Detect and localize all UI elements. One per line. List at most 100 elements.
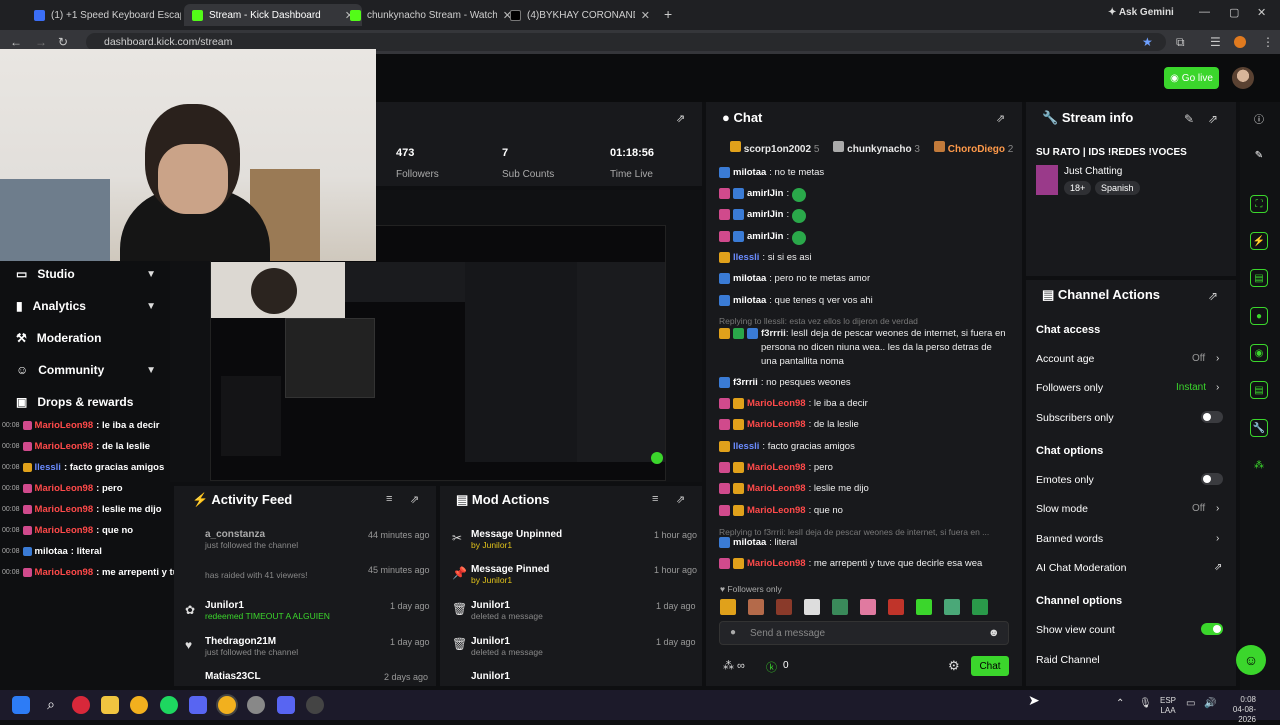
menu-icon[interactable]: ⋮ — [1262, 35, 1274, 49]
emotes-only-toggle[interactable] — [1201, 473, 1223, 485]
new-tab-button[interactable]: + — [664, 6, 672, 22]
sidebar-item-analytics[interactable]: ▮ Analytics ▼ — [0, 292, 170, 320]
chat-username[interactable]: f3rrrii — [733, 376, 758, 390]
chat-username[interactable]: llessli — [733, 440, 759, 454]
wrench-icon[interactable]: 🔧 — [1250, 419, 1268, 437]
windows-start-icon[interactable] — [12, 696, 30, 714]
account-age-row[interactable]: Account age Off › — [1036, 353, 1226, 365]
app-icon[interactable] — [277, 696, 295, 714]
profile-icon[interactable] — [1234, 36, 1246, 48]
chat-username[interactable]: MarioLeon98 — [747, 504, 806, 518]
filter-icon[interactable]: ≡ — [652, 493, 658, 505]
pencil-icon[interactable]: ✎ — [1250, 146, 1268, 164]
chrome-active-icon[interactable] — [218, 696, 236, 714]
help-button[interactable]: ☺ — [1236, 645, 1266, 675]
emote-icon[interactable] — [832, 599, 848, 615]
emote-icon[interactable] — [860, 599, 876, 615]
chat-username[interactable]: amirIJin — [747, 208, 783, 222]
emote-icon[interactable] — [944, 599, 960, 615]
browser-tab[interactable]: (4)BYKHAY CORONANDO AURA✕ — [502, 4, 658, 26]
chat-username[interactable]: milotaa — [733, 536, 766, 550]
microphone-icon[interactable]: 🎙 — [1139, 698, 1152, 709]
banned-words-row[interactable]: Banned words › — [1036, 533, 1226, 545]
bolt-icon[interactable]: ⚡ — [1250, 232, 1268, 250]
popout-icon[interactable]: ⇗ — [410, 493, 419, 506]
emote-icon[interactable] — [748, 599, 764, 615]
back-icon[interactable]: ← — [10, 35, 22, 49]
popout-icon[interactable]: ⇗ — [1208, 289, 1218, 303]
emote-icon[interactable] — [804, 599, 820, 615]
filter-icon[interactable]: ≡ — [386, 493, 392, 505]
obs-icon[interactable] — [306, 696, 324, 714]
chat-username[interactable]: MarioLeon98 — [747, 461, 806, 475]
browser-tab[interactable]: (1) +1 Speed Keyboard Escape✕ — [26, 4, 204, 26]
emote-icon[interactable] — [916, 599, 932, 615]
list-icon[interactable]: ▤ — [1250, 381, 1268, 399]
popout-icon[interactable]: ⇗ — [676, 493, 685, 506]
discord-icon[interactable] — [189, 696, 207, 714]
app-icon[interactable] — [72, 696, 90, 714]
search-icon[interactable]: ⌕ — [42, 696, 60, 714]
chat-username[interactable]: milotaa — [733, 294, 766, 308]
chrome-icon[interactable] — [130, 696, 148, 714]
maximize-icon[interactable]: ▢ — [1229, 6, 1239, 19]
browser-tab[interactable]: chunkynacho Stream - Watch L ✕ — [342, 4, 520, 26]
close-window-icon[interactable]: ✕ — [1257, 6, 1266, 19]
broadcast-icon[interactable]: ◉ — [1250, 344, 1268, 362]
apps-icon[interactable]: ⁂ — [1250, 456, 1268, 474]
language-indicator[interactable]: ESP LAA — [1160, 696, 1176, 716]
chat-username[interactable]: MarioLeon98 — [747, 557, 806, 571]
ai-moderation-row[interactable]: AI Chat Moderation ⇗ — [1036, 562, 1226, 574]
chat-username[interactable]: MarioLeon98 — [747, 397, 806, 411]
raid-channel-row[interactable]: Raid Channel — [1036, 654, 1226, 666]
chat-input[interactable]: ● Send a message ☻ — [719, 621, 1009, 645]
stream-preview-video[interactable] — [210, 225, 666, 481]
info-icon[interactable]: ⓘ — [1250, 109, 1268, 127]
chat-username[interactable]: milotaa — [733, 272, 766, 286]
emote-icon[interactable] — [888, 599, 904, 615]
go-live-button[interactable]: ◉ Go live — [1164, 67, 1219, 89]
followers-only-row[interactable]: Followers only Instant › — [1036, 382, 1226, 394]
chevron-up-icon[interactable]: ⌃ — [1116, 698, 1124, 709]
tab-search-icon[interactable]: ☰ — [1210, 35, 1221, 49]
emote-icon[interactable] — [776, 599, 792, 615]
network-icon[interactable]: ▭ — [1186, 698, 1195, 709]
close-tab-icon[interactable]: ✕ — [641, 9, 650, 22]
emote-icon[interactable] — [720, 599, 736, 615]
settings-icon[interactable] — [247, 696, 265, 714]
chat-username[interactable]: MarioLeon98 — [747, 418, 806, 432]
volume-icon[interactable]: 🔊 — [1204, 698, 1216, 709]
minimize-icon[interactable]: — — [1199, 6, 1210, 18]
chat-username[interactable]: milotaa — [733, 166, 766, 180]
chat-username[interactable]: amirIJin — [747, 187, 783, 201]
settings-icon[interactable]: ⚙ — [948, 658, 960, 674]
ask-gemini-button[interactable]: ✦ Ask Gemini — [1108, 7, 1174, 18]
popout-icon[interactable]: ⇗ — [996, 112, 1005, 125]
chat-username[interactable]: amirIJin — [747, 230, 783, 244]
show-view-count-toggle[interactable] — [1201, 623, 1223, 635]
file-explorer-icon[interactable] — [101, 696, 119, 714]
subscribers-only-toggle[interactable] — [1201, 411, 1223, 423]
document-icon[interactable]: ▤ — [1250, 269, 1268, 287]
sidebar-item-community[interactable]: ☺ Community ▼ — [0, 356, 170, 384]
clock[interactable]: 0:08 04-08-2026 — [1220, 695, 1256, 725]
avatar[interactable] — [1232, 67, 1254, 89]
popout-icon[interactable]: ⇗ — [1208, 112, 1218, 126]
chat-username[interactable]: llessli — [733, 251, 759, 265]
sidebar-item-moderation[interactable]: ⚒ Moderation — [0, 324, 170, 352]
send-chat-button[interactable]: Chat — [971, 656, 1009, 676]
extensions-icon[interactable]: ⧉ — [1176, 35, 1185, 50]
edit-icon[interactable]: ✎ — [1184, 112, 1194, 126]
emoji-icon[interactable]: ☻ — [988, 627, 1000, 639]
sidebar-item-studio[interactable]: ▭ Studio ▼ — [0, 260, 170, 288]
forward-icon[interactable]: → — [35, 35, 47, 49]
chat-icon[interactable]: ● — [1250, 307, 1268, 325]
popout-icon[interactable]: ⇗ — [676, 112, 685, 125]
reload-icon[interactable]: ↻ — [58, 35, 68, 49]
slow-mode-row[interactable]: Slow mode Off › — [1036, 503, 1226, 515]
fullscreen-icon[interactable]: ⛶ — [1250, 195, 1268, 213]
spotify-icon[interactable] — [160, 696, 178, 714]
emote-icon[interactable] — [972, 599, 988, 615]
browser-tab-active[interactable]: Stream - Kick Dashboard✕ — [184, 4, 362, 26]
bookmark-star-icon[interactable]: ★ — [1142, 35, 1153, 49]
